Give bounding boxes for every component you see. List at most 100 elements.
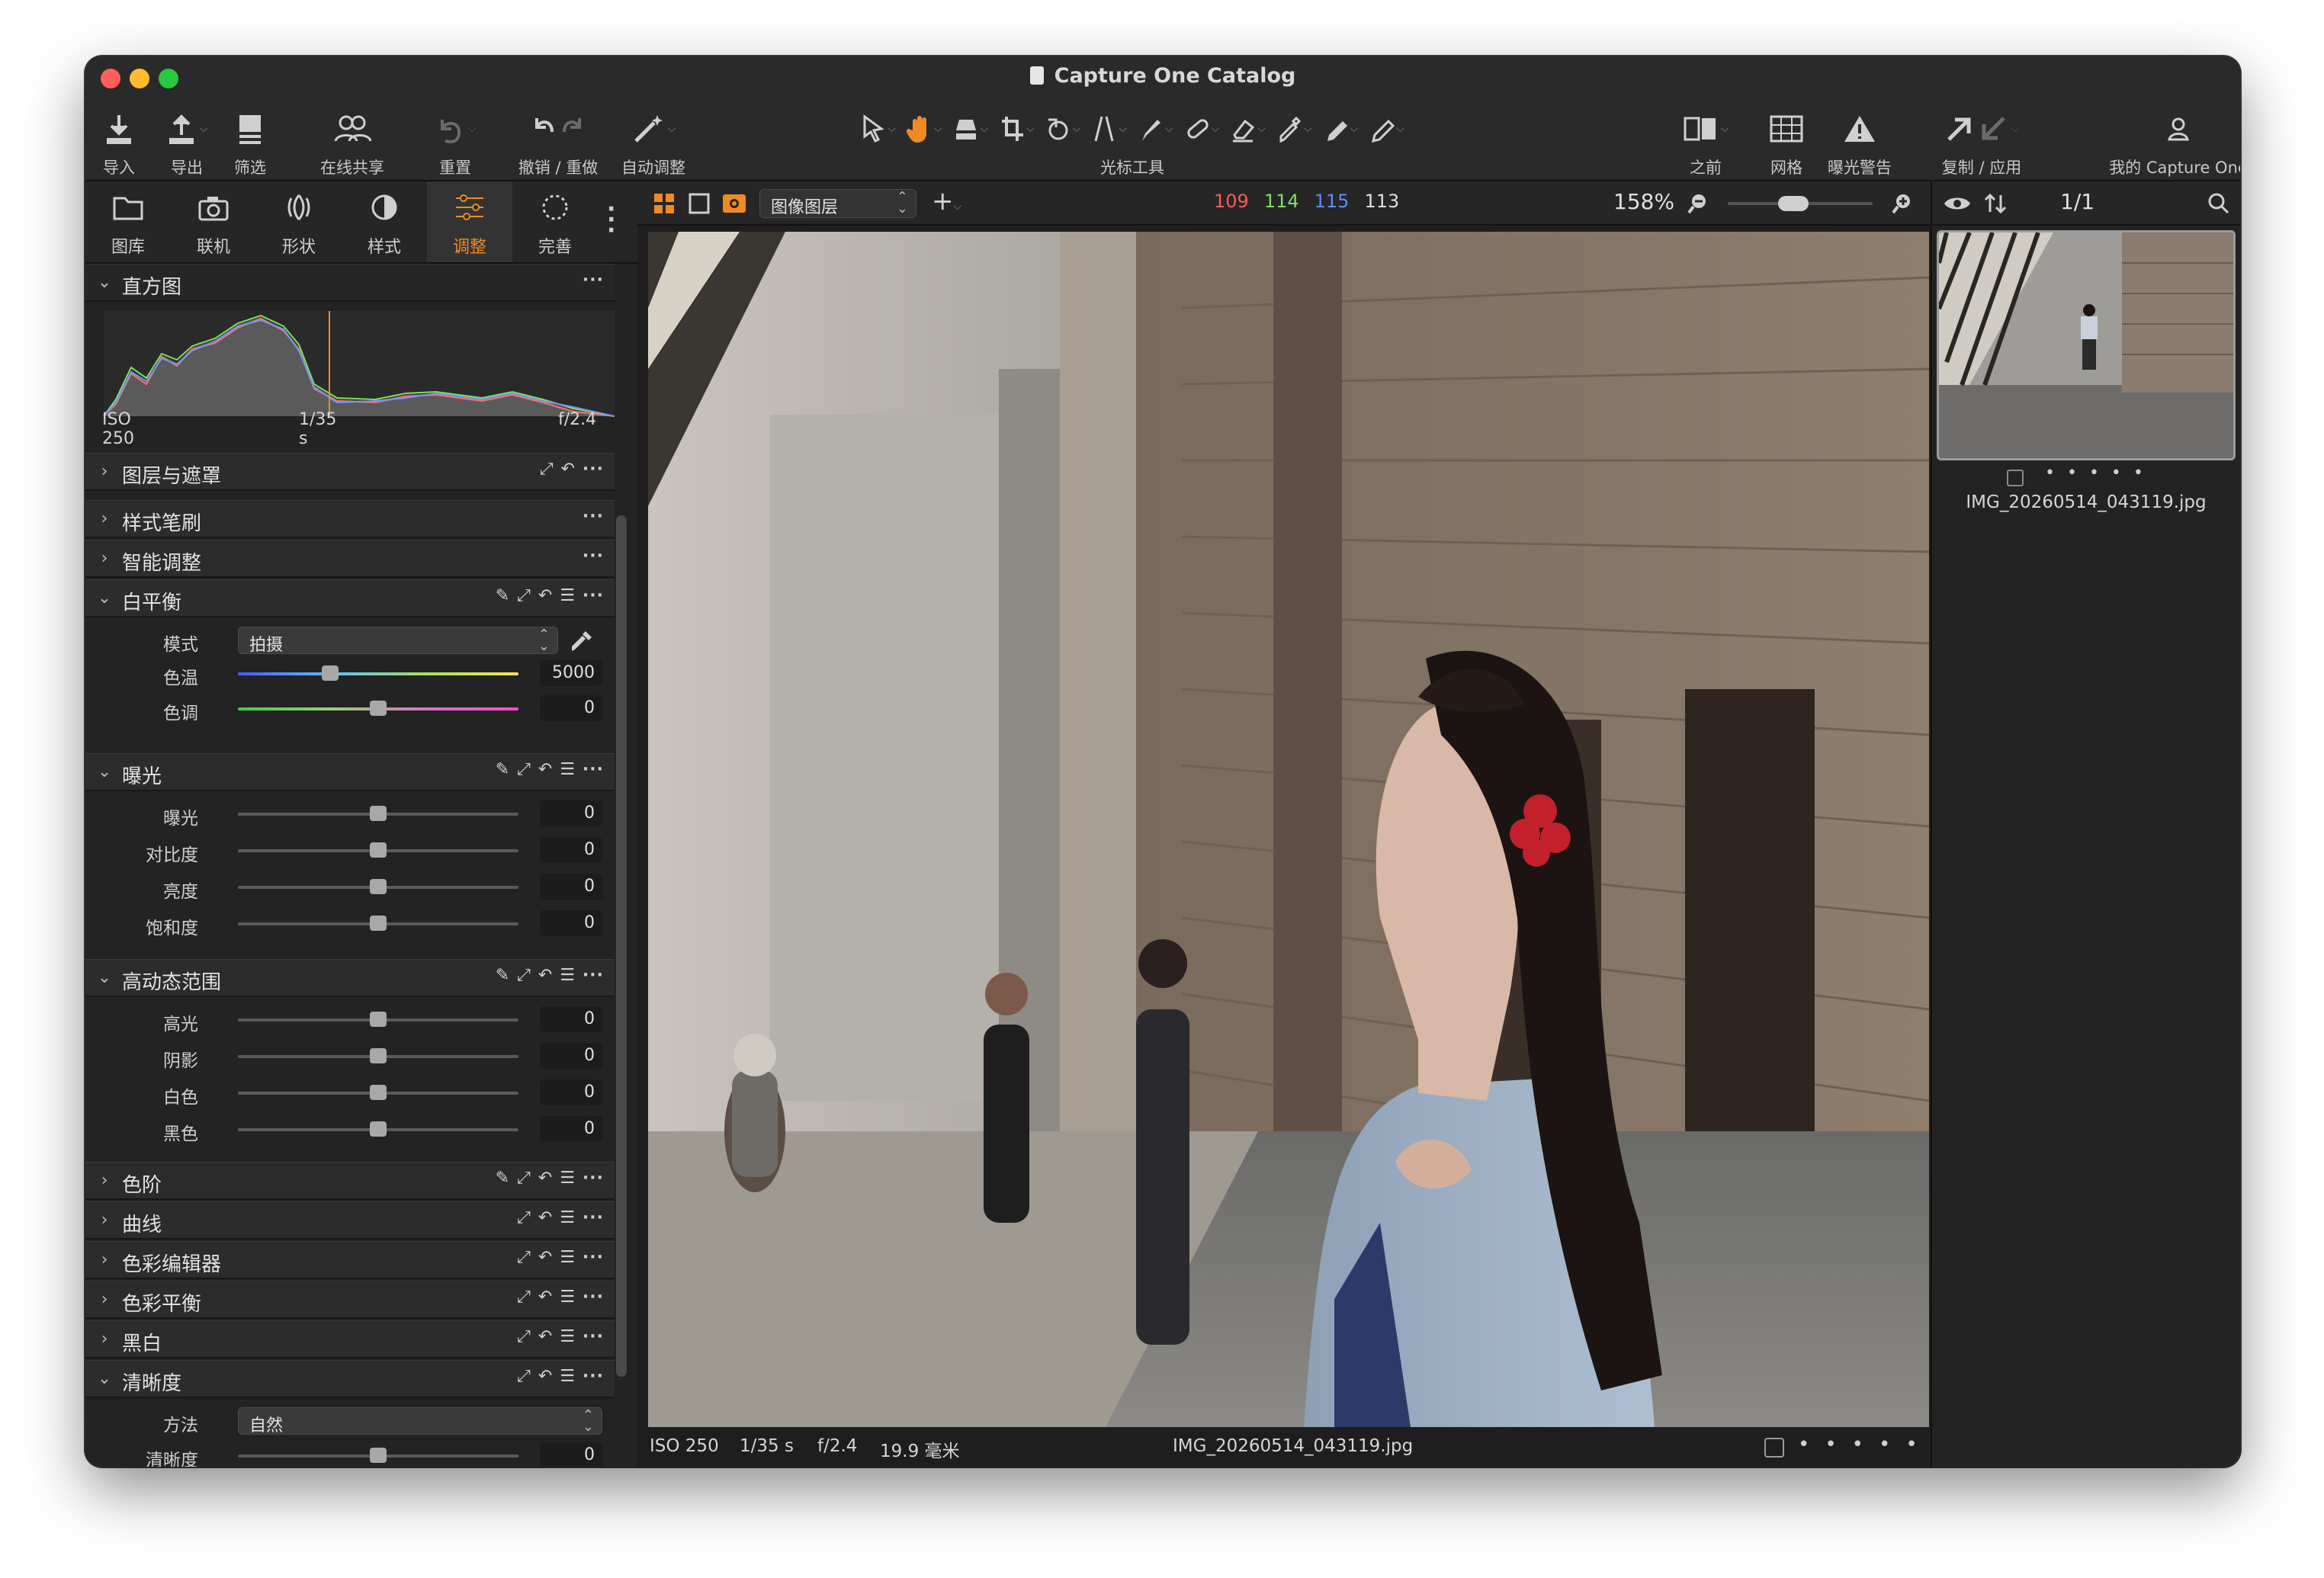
zoom-level[interactable]: 158%: [1613, 189, 1674, 214]
reset-icon[interactable]: ↶: [538, 1288, 552, 1307]
hdr-value[interactable]: 0: [540, 1006, 602, 1032]
more-icon[interactable]: ···: [583, 1367, 604, 1386]
more-icon[interactable]: ···: [583, 271, 604, 290]
add-layer-button[interactable]: +⌵: [932, 186, 961, 216]
list-icon[interactable]: ☰: [560, 1208, 575, 1227]
tab-library[interactable]: 图库: [85, 181, 171, 262]
heal-tool[interactable]: ⌵: [1184, 114, 1219, 144]
reset-icon[interactable]: ↶: [538, 1367, 552, 1386]
temp-slider[interactable]: [238, 666, 518, 681]
gradient-tool[interactable]: ⌵: [1369, 114, 1404, 144]
reset-icon[interactable]: ↶: [538, 966, 552, 985]
zoom-out-icon[interactable]: [1687, 192, 1709, 215]
color-editor-section[interactable]: › 色彩编辑器 ⤢ ↶ ☰ ···: [85, 1241, 615, 1279]
expand-icon[interactable]: ⤢: [517, 1169, 531, 1188]
exposure-slider[interactable]: [238, 806, 518, 821]
eye-icon[interactable]: [1943, 192, 1972, 215]
smart-adjust-section[interactable]: › 智能调整 ···: [85, 540, 615, 578]
select-tool[interactable]: ⌵: [860, 114, 896, 144]
zoom-slider[interactable]: [1728, 196, 1873, 211]
hdr-value[interactable]: 0: [540, 1043, 602, 1069]
list-icon[interactable]: ☰: [560, 1169, 575, 1188]
keystone-tool[interactable]: ⌵: [1091, 114, 1127, 144]
tab-shape[interactable]: 形状: [256, 181, 342, 262]
more-icon[interactable]: ···: [583, 966, 604, 985]
eyedropper-icon[interactable]: [569, 628, 595, 654]
bw-section[interactable]: › 黑白 ⤢ ↶ ☰ ···: [85, 1320, 615, 1358]
annotate-tool[interactable]: ⌵: [1323, 114, 1358, 144]
reset-icon[interactable]: ↶: [538, 760, 552, 779]
list-icon[interactable]: ☰: [560, 1327, 575, 1346]
more-tabs-icon[interactable]: · · ·: [607, 198, 615, 242]
more-icon[interactable]: ···: [583, 1288, 604, 1307]
curves-section[interactable]: › 曲线 ⤢ ↶ ☰ ···: [85, 1201, 615, 1240]
panel-scrollbar[interactable]: [616, 515, 627, 1377]
expand-icon[interactable]: ⤢: [517, 1367, 531, 1386]
tab-tether[interactable]: 联机: [171, 181, 256, 262]
expand-icon[interactable]: ⤢: [517, 1288, 531, 1307]
picker-icon[interactable]: ✎: [496, 1169, 509, 1188]
tab-styles[interactable]: 样式: [342, 181, 427, 262]
sort-icon[interactable]: [1982, 192, 2008, 215]
single-view-icon[interactable]: [688, 192, 711, 215]
clarity-method-select[interactable]: 自然 ⌃ ⌄: [238, 1407, 602, 1435]
exposure-slider-knob[interactable]: [370, 806, 387, 821]
tint-slider-knob[interactable]: [370, 701, 387, 716]
reset-icon[interactable]: ↶: [538, 1327, 552, 1346]
tab-refine[interactable]: 完善: [512, 181, 598, 262]
exposure-slider-knob[interactable]: [370, 916, 387, 931]
main-photo[interactable]: [648, 232, 1929, 1427]
auto-adjust-button[interactable]: ⌵ 自动调整: [619, 101, 688, 180]
select-checkbox[interactable]: [1764, 1438, 1784, 1458]
temp-value[interactable]: 5000: [540, 660, 602, 686]
tab-adjust[interactable]: 调整: [427, 181, 512, 262]
exposure-section[interactable]: ⌄ 曝光 ✎ ⤢ ↶ ☰ ···: [85, 753, 615, 791]
eraser-tool[interactable]: ⌵: [1230, 114, 1266, 144]
grid-view-icon[interactable]: [653, 192, 676, 215]
list-icon[interactable]: ☰: [560, 586, 575, 605]
proof-view-icon[interactable]: [721, 192, 747, 215]
exposure-slider[interactable]: [238, 879, 518, 894]
expand-icon[interactable]: ⤢: [517, 760, 531, 779]
reset-icon[interactable]: ↶: [560, 460, 574, 479]
hdr-slider-knob[interactable]: [370, 1121, 387, 1137]
color-balance-section[interactable]: › 色彩平衡 ⤢ ↶ ☰ ···: [85, 1281, 615, 1319]
reset-icon[interactable]: ↶: [538, 1248, 552, 1267]
share-button[interactable]: 在线共享: [307, 101, 398, 180]
expand-icon[interactable]: ⤢: [517, 1208, 531, 1227]
hdr-value[interactable]: 0: [540, 1116, 602, 1142]
expand-icon[interactable]: ⤢: [517, 966, 531, 985]
clarity-slider-knob[interactable]: [370, 1448, 387, 1463]
more-icon[interactable]: ···: [583, 1327, 604, 1346]
more-icon[interactable]: ···: [583, 547, 604, 566]
zoom-slider-knob[interactable]: [1777, 196, 1809, 211]
more-icon[interactable]: ···: [583, 507, 604, 526]
white-balance-section[interactable]: ⌄ 白平衡 ✎ ⤢ ↶ ☰ ···: [85, 579, 615, 617]
clarity-section[interactable]: ⌄ 清晰度 ⤢ ↶ ☰ ···: [85, 1360, 615, 1398]
list-icon[interactable]: ☰: [560, 1288, 575, 1307]
thumbnail-checkbox[interactable]: [2007, 470, 2024, 486]
pan-tool[interactable]: ⌵: [906, 114, 942, 144]
crop-tool[interactable]: ⌵: [999, 114, 1035, 144]
search-icon[interactable]: [2207, 191, 2231, 216]
expand-icon[interactable]: ⤢: [517, 1327, 531, 1346]
more-icon[interactable]: ···: [583, 1208, 604, 1227]
copy-apply-button[interactable]: ⌵ 复制 / 应用: [1940, 101, 2024, 180]
style-brushes-section[interactable]: › 样式笔刷 ···: [85, 500, 615, 538]
reset-button[interactable]: ⌵ 重置: [421, 101, 490, 180]
exposure-value[interactable]: 0: [540, 837, 602, 863]
reset-icon[interactable]: ↶: [538, 586, 552, 605]
reset-icon[interactable]: ↶: [538, 1169, 552, 1188]
more-icon[interactable]: ···: [583, 760, 604, 779]
exposure-slider-knob[interactable]: [370, 842, 387, 858]
picker-tool[interactable]: ⌵: [1276, 114, 1312, 144]
list-icon[interactable]: ☰: [560, 1248, 575, 1267]
hdr-slider[interactable]: [238, 1012, 518, 1027]
tint-value[interactable]: 0: [540, 695, 602, 721]
hdr-slider-knob[interactable]: [370, 1012, 387, 1027]
expand-icon[interactable]: ⤢: [540, 460, 554, 479]
list-icon[interactable]: ☰: [560, 760, 575, 779]
hdr-slider[interactable]: [238, 1121, 518, 1137]
picker-icon[interactable]: ✎: [496, 586, 509, 605]
hdr-slider[interactable]: [238, 1085, 518, 1100]
